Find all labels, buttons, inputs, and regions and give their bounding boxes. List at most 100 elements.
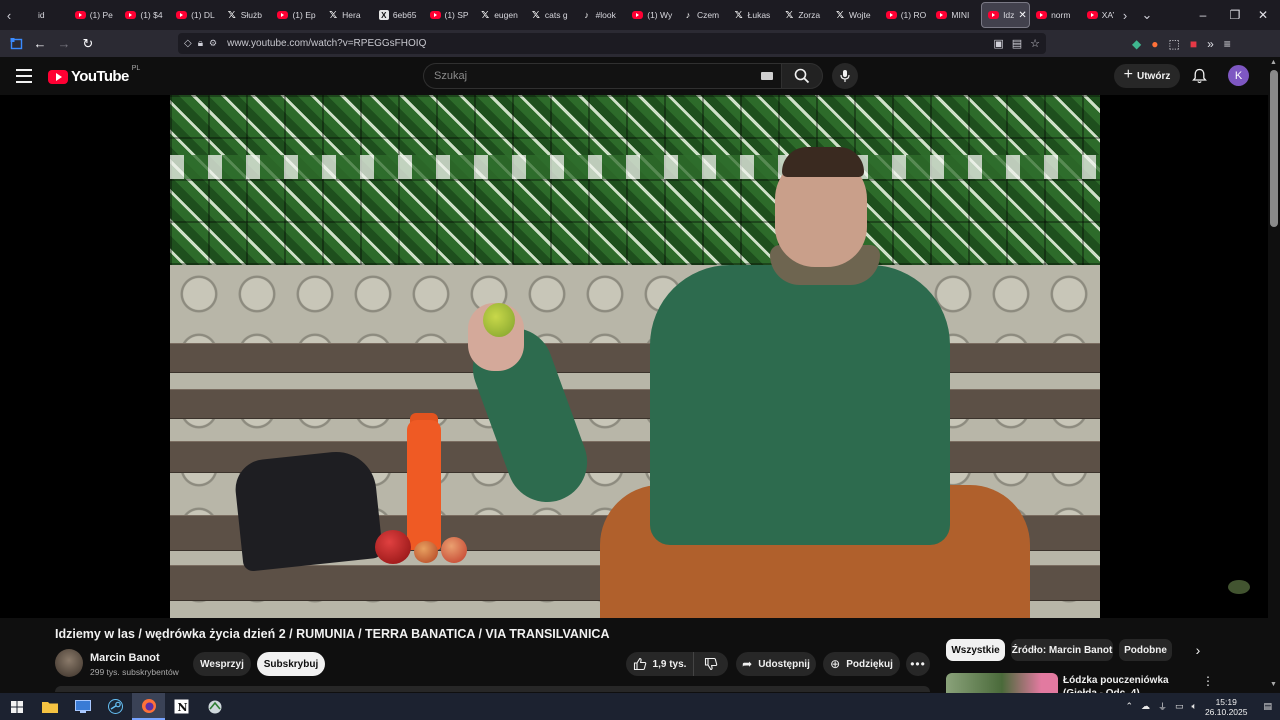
- notifications-button[interactable]: [1188, 66, 1210, 86]
- share-button[interactable]: ➦ Udostępnij: [736, 652, 816, 676]
- channel-avatar[interactable]: [55, 649, 83, 677]
- more-tools-icon[interactable]: »: [1207, 37, 1214, 51]
- browser-tab[interactable]: X 6eb65: [373, 2, 424, 28]
- video-frame[interactable]: [170, 95, 1100, 618]
- tab-scroll-left-icon[interactable]: ‹: [0, 0, 18, 30]
- browser-tab[interactable]: XAYO: [1081, 2, 1114, 28]
- bell-icon: [1191, 68, 1207, 84]
- browser-tab[interactable]: id: [18, 2, 69, 28]
- page-scrollbar[interactable]: ▲ ▼: [1268, 57, 1280, 693]
- browser-tab[interactable]: ♪ #look: [576, 2, 627, 28]
- sidebar-toggle-icon[interactable]: [4, 32, 28, 56]
- scroll-down-icon[interactable]: ▼: [1270, 681, 1277, 688]
- reader-view-icon[interactable]: ▤: [1012, 37, 1022, 50]
- tab-scroll-right-icon[interactable]: ›: [1116, 0, 1134, 30]
- chip-related[interactable]: Podobne: [1119, 639, 1172, 661]
- youtube-icon: [1086, 11, 1098, 19]
- browser-tab[interactable]: 𝕏 Zorza: [778, 2, 829, 28]
- channel-watermark-icon[interactable]: [1228, 580, 1250, 594]
- reload-icon[interactable]: ↻: [76, 32, 100, 56]
- browser-tab[interactable]: 𝕏 Hera: [322, 2, 373, 28]
- volume-icon[interactable]: 🔈︎: [1192, 701, 1197, 712]
- browser-tab[interactable]: (1) SP: [424, 2, 475, 28]
- chip-from-channel[interactable]: Źródło: Marcin Banot: [1011, 639, 1113, 661]
- browser-tab[interactable]: (1) $4: [119, 2, 170, 28]
- browser-tab[interactable]: 𝕏cats g: [525, 2, 576, 28]
- thanks-button[interactable]: ⊕ Podziękuj: [823, 652, 900, 676]
- browser-tab[interactable]: norm: [1030, 2, 1081, 28]
- search-input[interactable]: Szukaj: [423, 63, 781, 89]
- close-window-icon[interactable]: ✕: [1240, 0, 1280, 30]
- file-explorer-icon[interactable]: [33, 693, 66, 720]
- fox-extension-icon[interactable]: ●: [1151, 37, 1158, 51]
- support-button[interactable]: Wesprzyj: [193, 652, 251, 676]
- recommended-title[interactable]: Łódzka pouczeniówka (Giełda - Odc. 4): [1063, 674, 1203, 693]
- list-all-tabs-icon[interactable]: ⌄: [1138, 0, 1156, 30]
- bookmark-star-icon[interactable]: ☆: [1030, 37, 1040, 50]
- more-actions-icon[interactable]: •••: [906, 652, 930, 676]
- description-box[interactable]: [55, 686, 930, 692]
- steam-icon[interactable]: [99, 693, 132, 720]
- browser-tab[interactable]: ♪ Czem: [677, 2, 728, 28]
- dislike-button[interactable]: [694, 657, 728, 671]
- notifications-center-icon[interactable]: ▤: [1263, 701, 1272, 712]
- notion-icon[interactable]: N: [165, 693, 198, 720]
- permissions-icon[interactable]: ⚙: [209, 38, 217, 49]
- usb-icon[interactable]: ⏚: [1158, 700, 1167, 713]
- tray-overflow-icon[interactable]: ⌃: [1125, 701, 1133, 712]
- close-tab-icon[interactable]: ✕: [1018, 10, 1026, 21]
- keyboard-icon[interactable]: [761, 72, 773, 80]
- clock[interactable]: 15:19 26.10.2025: [1205, 697, 1248, 717]
- tracking-protection-icon[interactable]: ◇: [184, 38, 192, 49]
- shield-extension-icon[interactable]: ◆: [1132, 37, 1141, 51]
- tab-label: (1) Pe: [89, 10, 113, 20]
- browser-tab[interactable]: (1) Ep: [271, 2, 322, 28]
- vpn-tool-icon[interactable]: [198, 693, 231, 720]
- network-icon[interactable]: ▭: [1175, 701, 1184, 712]
- browser-tab-active[interactable]: Idz ✕: [981, 2, 1031, 28]
- youtube-icon: [885, 11, 897, 19]
- picture-in-picture-icon[interactable]: ▣: [993, 37, 1003, 50]
- browser-tab[interactable]: 𝕏 Wojte: [829, 2, 880, 28]
- youtube-logo[interactable]: YouTube PL: [48, 65, 140, 85]
- tab-label: Wojte: [849, 10, 871, 20]
- onedrive-icon[interactable]: ☁: [1141, 701, 1150, 712]
- app-menu-icon[interactable]: ≡: [1224, 37, 1231, 51]
- url-text[interactable]: www.youtube.com/watch?v=RPEGGsFHOIQ: [227, 38, 426, 49]
- account-avatar[interactable]: K: [1228, 65, 1249, 86]
- browser-tab[interactable]: 𝕏 Łukas: [728, 2, 779, 28]
- youtube-icon: [632, 11, 644, 19]
- remote-desktop-icon[interactable]: [66, 693, 99, 720]
- firefox-icon[interactable]: [132, 693, 165, 720]
- browser-tab[interactable]: (1) Wy: [626, 2, 677, 28]
- browser-tab[interactable]: (1) DL: [170, 2, 221, 28]
- browser-tab[interactable]: (1) RO: [880, 2, 931, 28]
- scroll-up-icon[interactable]: ▲: [1270, 59, 1277, 66]
- chevron-right-icon[interactable]: ›: [1190, 642, 1206, 658]
- like-button[interactable]: 1,9 tys.: [626, 652, 694, 676]
- scrollbar-thumb[interactable]: [1270, 70, 1278, 227]
- browser-tab[interactable]: MINI: [930, 2, 981, 28]
- start-windows-icon[interactable]: [0, 693, 33, 720]
- browser-tab[interactable]: 𝕏eugen: [474, 2, 525, 28]
- recommended-thumbnail[interactable]: [946, 673, 1058, 693]
- adblock-extension-icon[interactable]: ■: [1190, 37, 1197, 51]
- browser-tab[interactable]: 𝕏 Służb: [221, 2, 272, 28]
- address-bar[interactable]: ◇ 🔒︎ ⚙ www.youtube.com/watch?v=RPEGGsFHO…: [178, 33, 1046, 54]
- search-button[interactable]: [781, 63, 823, 89]
- forward-icon[interactable]: →: [52, 32, 76, 56]
- subscribe-button[interactable]: Subskrybuj: [257, 652, 325, 676]
- video-player[interactable]: [0, 95, 1268, 618]
- guide-menu-icon[interactable]: [14, 67, 34, 85]
- puzzle-extension-icon[interactable]: ⬚: [1168, 37, 1179, 51]
- create-label: Utwórz: [1137, 70, 1171, 82]
- create-button[interactable]: + Utwórz: [1114, 64, 1180, 88]
- back-icon[interactable]: ←: [28, 32, 52, 56]
- voice-search-button[interactable]: [832, 63, 858, 89]
- chip-all[interactable]: Wszystkie: [946, 639, 1005, 661]
- youtube-icon: [1036, 11, 1048, 19]
- recommended-more-icon[interactable]: ⋮: [1202, 673, 1214, 689]
- browser-tab[interactable]: (1) Pe: [69, 2, 120, 28]
- lock-icon[interactable]: 🔒︎: [198, 38, 203, 49]
- channel-name[interactable]: Marcin Banot: [90, 652, 160, 664]
